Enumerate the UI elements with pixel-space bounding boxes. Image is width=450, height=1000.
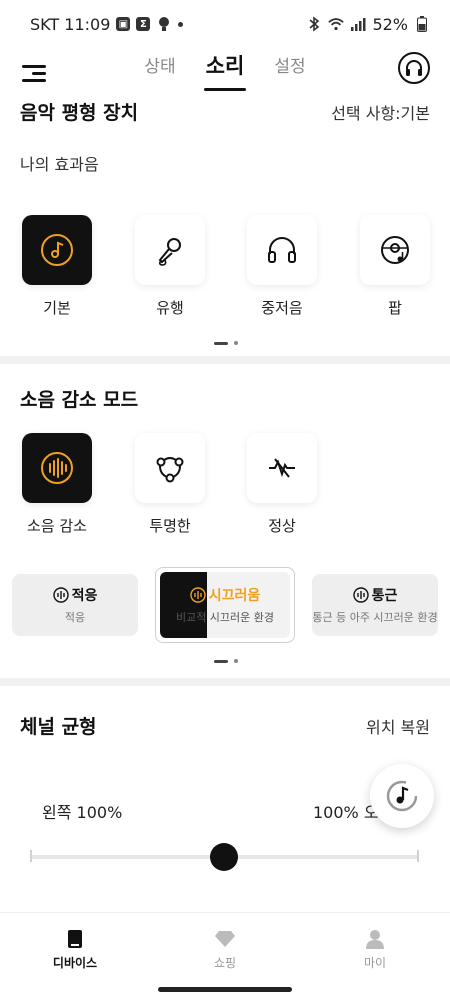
preset-trend-tile[interactable] (135, 215, 205, 285)
more-notifications-icon (178, 21, 184, 27)
section-divider (0, 356, 450, 364)
mode-normal-tile[interactable] (247, 433, 317, 503)
signal-icon (350, 16, 366, 32)
level-commute-subtitle: 통근 등 아주 시끄러운 환경 (312, 611, 438, 624)
music-disc-icon (41, 234, 73, 266)
level-commute-title: 통근 (371, 588, 398, 604)
noise-wave-icon (190, 587, 206, 603)
gallery-notification-icon: ▣ (116, 17, 131, 31)
level-adaptive-subtitle: 적응 (64, 611, 86, 624)
music-disc-icon (386, 780, 418, 812)
my-effects-label: 나의 효과음 (20, 155, 99, 174)
diamond-icon (215, 931, 235, 947)
preset-pop-label: 팝 (388, 299, 402, 317)
eq-section-title: 음악 평형 장치 (20, 102, 139, 124)
noise-wave-icon (52, 587, 69, 603)
preset-bass-tile[interactable] (247, 215, 317, 285)
balance-right-value: 100% 오 (313, 803, 379, 822)
preset-default-label: 기본 (43, 299, 71, 317)
tab-sound[interactable]: 소리 (203, 48, 246, 91)
nav-my[interactable]: 마이 (300, 913, 450, 976)
normal-off-icon (269, 458, 295, 478)
tab-bar: 상태 소리 설정 (0, 48, 450, 91)
headphones-icon (268, 237, 296, 263)
noise-cancel-icon (41, 452, 73, 484)
section-divider (0, 678, 450, 686)
person-icon (366, 930, 384, 949)
eq-page-indicator (214, 341, 238, 345)
slider-min-tick (30, 850, 32, 862)
battery-icon (414, 16, 430, 32)
nav-shopping-label: 쇼핑 (213, 956, 237, 970)
top-app-bar: 상태 소리 설정 (0, 48, 450, 100)
balance-section-title: 체널 균형 (20, 716, 97, 738)
wifi-icon (328, 16, 345, 32)
mode-noise-cancel-label: 소음 감소 (27, 517, 87, 535)
eq-selection-label: 선택 사항:기본 (331, 104, 430, 123)
battery-percent: 52% (372, 14, 408, 34)
bulb-notification-icon (156, 16, 172, 32)
nav-shopping[interactable]: 쇼핑 (150, 913, 300, 976)
reset-position-button[interactable]: 위치 복원 (366, 714, 430, 738)
bottom-navigation: 디바이스 쇼핑 마이 (0, 912, 450, 976)
mode-transparency-label: 투명한 (149, 517, 191, 535)
slider-max-tick (417, 850, 419, 862)
preset-pop-tile[interactable] (360, 215, 430, 285)
home-indicator[interactable] (158, 987, 292, 992)
preset-bass-label: 중저음 (261, 299, 303, 317)
mode-transparency-tile[interactable] (135, 433, 205, 503)
level-commute-card[interactable]: 통근 통근 등 아주 시끄러운 환경 (312, 574, 438, 636)
level-adaptive-card[interactable]: 적응 적응 (12, 574, 138, 636)
nav-device[interactable]: 디바이스 (0, 913, 150, 976)
mode-normal-label: 정상 (268, 517, 296, 535)
balance-slider-thumb[interactable] (210, 843, 238, 871)
transparency-icon (156, 457, 184, 483)
microphone-icon (158, 238, 181, 266)
pop-disc-icon (381, 236, 409, 264)
sigma-notification-icon: Σ (136, 17, 151, 31)
device-icon (68, 930, 82, 948)
mode-noise-cancel-tile[interactable] (22, 433, 92, 503)
level-loud-title: 시끄러움 (208, 588, 261, 604)
bluetooth-icon (306, 16, 322, 32)
nav-device-label: 디바이스 (52, 956, 98, 970)
noise-section-title: 소음 감소 모드 (20, 389, 139, 411)
level-loud-card[interactable]: 시끄러움 비교적 시끄러운 환경 (155, 567, 295, 643)
now-playing-button[interactable] (370, 764, 434, 828)
level-loud-subtitle: 비교적 시끄러운 환경 (175, 611, 275, 624)
tab-settings[interactable]: 설정 (274, 48, 305, 80)
status-bar: SKT 11:09 ▣ Σ 52% (0, 0, 450, 48)
headphones-device-icon[interactable] (398, 52, 430, 84)
noise-page-indicator (214, 659, 238, 663)
tab-status[interactable]: 상태 (144, 48, 175, 80)
preset-trend-label: 유행 (156, 299, 184, 317)
balance-left-value: 왼쪽 100% (42, 803, 123, 822)
status-time: SKT 11:09 (30, 14, 111, 34)
level-adaptive-title: 적응 (71, 588, 98, 604)
noise-wave-icon (352, 587, 369, 603)
preset-default-tile[interactable] (22, 215, 92, 285)
nav-my-label: 마이 (363, 956, 387, 970)
